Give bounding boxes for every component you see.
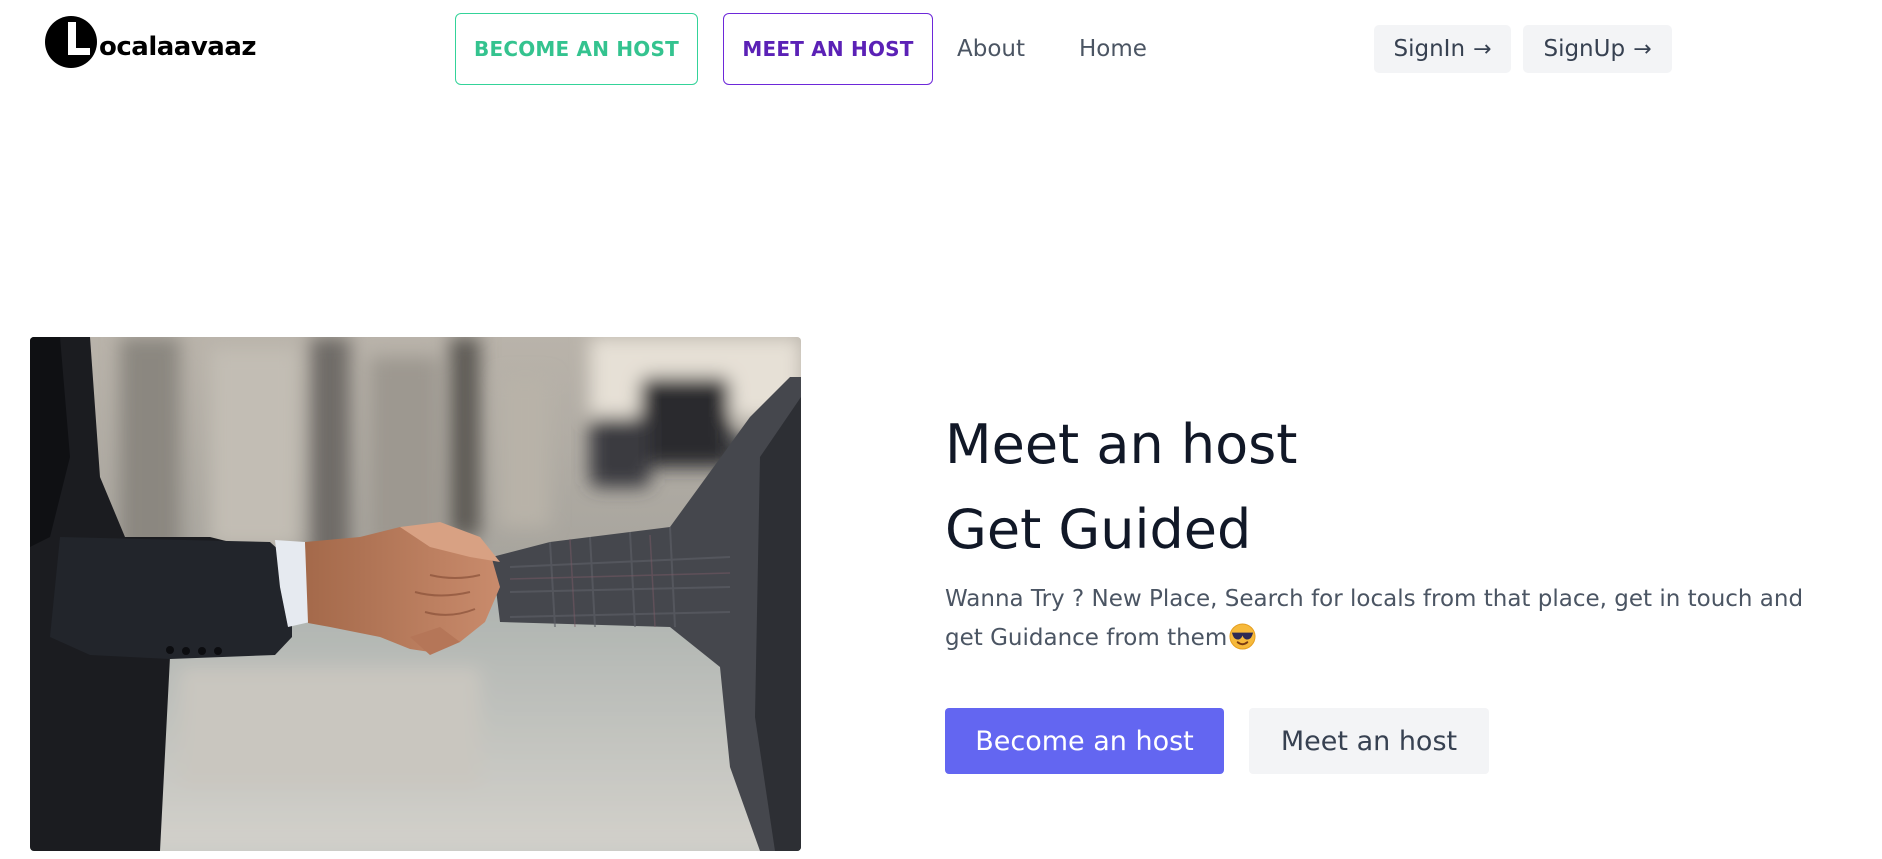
sunglasses-smiley-emoji-icon: [1229, 623, 1256, 650]
site-header: ocalaavaaz BECOME AN HOST MEET AN HOST A…: [0, 0, 1882, 98]
nav-link-home[interactable]: Home: [1079, 36, 1147, 62]
hero-title-line2: Get Guided: [945, 498, 1252, 561]
handshake-photo: [30, 337, 801, 851]
signin-button[interactable]: SignIn →: [1374, 25, 1511, 73]
hero-description: Wanna Try ? New Place, Search for locals…: [945, 580, 1845, 658]
hero-content: Meet an host Get Guided Wanna Try ? New …: [945, 402, 1845, 658]
signin-label: SignIn: [1393, 36, 1466, 62]
hero-cta-group: Become an host Meet an host: [945, 708, 1489, 774]
brand-logo[interactable]: ocalaavaaz: [45, 16, 257, 68]
meet-host-nav-button[interactable]: MEET AN HOST: [723, 13, 933, 85]
become-host-nav-button[interactable]: BECOME AN HOST: [455, 13, 698, 85]
arrow-right-icon: →: [1473, 36, 1492, 62]
meet-host-button[interactable]: Meet an host: [1249, 708, 1489, 774]
become-host-button[interactable]: Become an host: [945, 708, 1224, 774]
brand-name: ocalaavaaz: [99, 32, 257, 62]
hero-description-text: Wanna Try ? New Place, Search for locals…: [945, 586, 1804, 651]
hero-title-line1: Meet an host: [945, 413, 1298, 476]
nav-link-about[interactable]: About: [957, 36, 1025, 62]
main-nav: BECOME AN HOST MEET AN HOST About Home: [455, 13, 1147, 85]
signup-label: SignUp: [1543, 36, 1626, 62]
auth-buttons: SignIn → SignUp →: [1374, 25, 1672, 73]
logo-icon: [45, 16, 97, 68]
signup-button[interactable]: SignUp →: [1523, 25, 1672, 73]
arrow-right-icon: →: [1633, 36, 1652, 62]
